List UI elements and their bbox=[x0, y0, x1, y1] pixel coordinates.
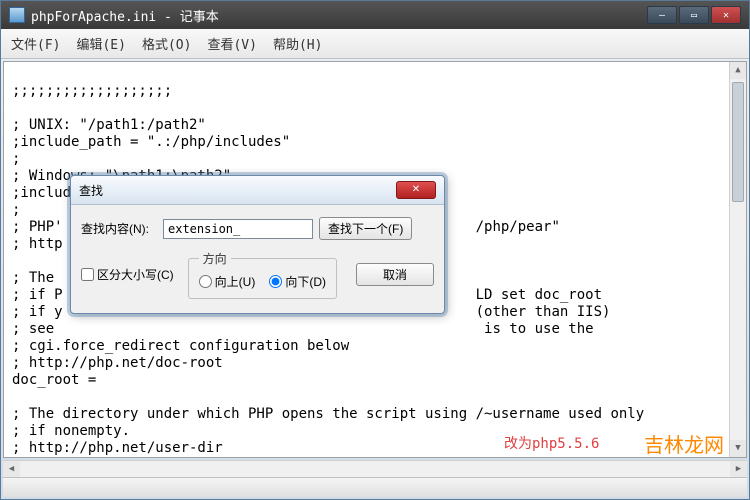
find-next-button[interactable]: 查找下一个(F) bbox=[319, 217, 412, 240]
editor-line: user_dir = bbox=[12, 457, 96, 458]
notepad-icon bbox=[9, 7, 25, 23]
direction-down-label: 向下(D) bbox=[285, 273, 326, 290]
editor-line: LD set doc_root bbox=[476, 287, 602, 303]
editor-line: is to use the bbox=[476, 321, 594, 337]
scroll-thumb[interactable] bbox=[732, 82, 744, 202]
dialog-titlebar: 查找 ✕ bbox=[71, 176, 444, 205]
vertical-scrollbar[interactable]: ▲ ▼ bbox=[729, 62, 746, 457]
match-case-input[interactable] bbox=[81, 268, 94, 281]
menu-help[interactable]: 帮助(H) bbox=[267, 32, 328, 55]
close-button[interactable]: ✕ bbox=[711, 6, 741, 24]
match-case-checkbox[interactable]: 区分大小写(C) bbox=[81, 266, 174, 283]
maximize-button[interactable]: ▭ bbox=[679, 6, 709, 24]
menu-edit[interactable]: 编辑(E) bbox=[70, 32, 131, 55]
editor-line: ; bbox=[12, 202, 20, 218]
editor-line: ;include_path = ".:/php/includes" bbox=[12, 134, 290, 150]
editor-line: /php/pear" bbox=[476, 219, 560, 235]
editor-line: ; see bbox=[12, 321, 54, 337]
editor-line: ;;;;;;;;;;;;;;;;;;; bbox=[12, 83, 172, 99]
find-input[interactable] bbox=[163, 219, 313, 239]
menu-format[interactable]: 格式(O) bbox=[136, 32, 197, 55]
direction-down-radio[interactable] bbox=[269, 275, 282, 288]
find-dialog: 查找 ✕ 查找内容(N): 查找下一个(F) 区分大小写(C) 方向 向上(U) bbox=[70, 175, 445, 314]
direction-group: 方向 向上(U) 向下(D) bbox=[188, 250, 337, 299]
minimize-button[interactable]: — bbox=[647, 6, 677, 24]
scroll-down-icon[interactable]: ▼ bbox=[730, 440, 746, 457]
direction-up[interactable]: 向上(U) bbox=[199, 273, 256, 290]
editor-line: ; The bbox=[12, 270, 54, 286]
direction-legend: 方向 bbox=[199, 250, 231, 267]
red-annotation: 改为php5.5.6 bbox=[504, 436, 599, 453]
direction-up-label: 向上(U) bbox=[215, 273, 256, 290]
editor-line: ; bbox=[12, 151, 20, 167]
cancel-button[interactable]: 取消 bbox=[356, 263, 434, 286]
menu-file[interactable]: 文件(F) bbox=[5, 32, 66, 55]
scroll-left-icon[interactable]: ◀ bbox=[3, 461, 20, 477]
find-content-label: 查找内容(N): bbox=[81, 220, 157, 237]
titlebar: phpForApache.ini - 记事本 — ▭ ✕ bbox=[1, 1, 749, 29]
editor-line: ; PHP' bbox=[12, 219, 63, 235]
direction-up-radio[interactable] bbox=[199, 275, 212, 288]
scroll-up-icon[interactable]: ▲ bbox=[730, 62, 746, 79]
match-case-label: 区分大小写(C) bbox=[97, 266, 174, 283]
dialog-close-button[interactable]: ✕ bbox=[396, 181, 436, 199]
editor-line: ; if P bbox=[12, 287, 63, 303]
editor-line: ; UNIX: "/path1:/path2" bbox=[12, 117, 206, 133]
direction-down[interactable]: 向下(D) bbox=[269, 273, 326, 290]
editor-line: ; cgi.force_redirect configuration below bbox=[12, 338, 349, 354]
editor-line: ; http://php.net/doc-root bbox=[12, 355, 223, 371]
menu-view[interactable]: 查看(V) bbox=[201, 32, 262, 55]
editor-line: ; http://php.net/user-dir bbox=[12, 440, 223, 456]
editor-line: ; if y bbox=[12, 304, 63, 320]
editor-line: ; The directory under which PHP opens th… bbox=[12, 406, 644, 422]
editor-line: ; if nonempty. bbox=[12, 423, 130, 439]
window-title: phpForApache.ini - 记事本 bbox=[31, 6, 219, 25]
horizontal-scrollbar[interactable]: ◀ ▶ bbox=[3, 460, 747, 477]
dialog-title: 查找 bbox=[79, 182, 103, 199]
watermark: 吉林龙网 bbox=[644, 438, 724, 455]
scroll-right-icon[interactable]: ▶ bbox=[730, 461, 747, 477]
editor-line: (other than IIS) bbox=[476, 304, 611, 320]
menubar: 文件(F) 编辑(E) 格式(O) 查看(V) 帮助(H) bbox=[1, 29, 749, 59]
editor-line: ; http bbox=[12, 236, 63, 252]
editor-line: doc_root = bbox=[12, 372, 96, 388]
statusbar bbox=[3, 477, 747, 497]
